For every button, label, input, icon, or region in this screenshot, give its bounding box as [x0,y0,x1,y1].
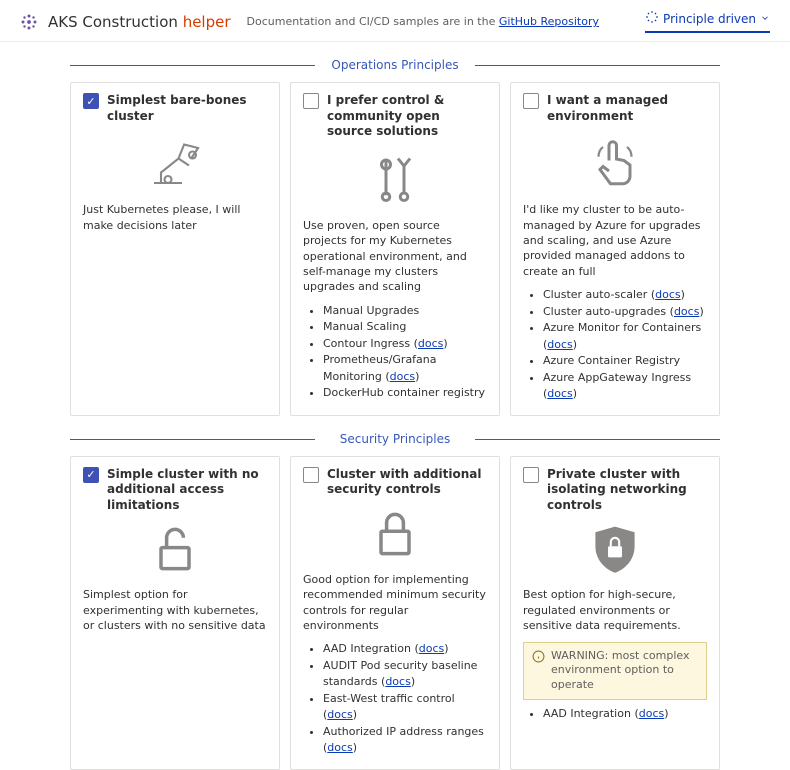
card-label: I want a managed environment [547,93,707,124]
bullet-item: Prometheus/Grafana Monitoring (docs) [323,352,487,385]
logo-icon [20,13,38,31]
docs-link[interactable]: docs [655,288,681,301]
bullet-item: Cluster auto-scaler (docs) [543,287,707,304]
card-desc: Use proven, open source projects for my … [303,218,487,295]
app-title: AKS Construction helper [48,13,231,31]
info-icon [532,650,545,668]
docs-link[interactable]: docs [547,338,573,351]
bullet-item: Azure Container Registry [543,353,707,370]
sec-cards: ✓ Simple cluster with no additional acce… [0,456,790,770]
card-label: Simple cluster with no additional access… [107,467,267,514]
card-desc: Good option for implementing recommended… [303,572,487,634]
robot-arm-icon [83,132,267,192]
checkbox[interactable] [523,93,539,109]
bullets: Manual Upgrades Manual Scaling Contour I… [303,303,487,402]
bullets: Cluster auto-scaler (docs)Cluster auto-u… [523,287,707,403]
card-desc: Just Kubernetes please, I will make deci… [83,202,267,233]
header: AKS Construction helper Documentation an… [0,0,790,42]
warning-banner: WARNING: most complex environment option… [523,642,707,701]
bullet-item: Manual Upgrades [323,303,487,320]
bullet-item: Azure Monitor for Containers (docs) [543,320,707,353]
checkbox[interactable] [523,467,539,483]
bullet-item: AAD Integration (docs) [323,641,487,658]
card-desc: I'd like my cluster to be auto-managed b… [523,202,707,279]
subtitle: Documentation and CI/CD samples are in t… [247,15,599,28]
bullet-item: East-West traffic control (docs) [323,691,487,724]
shield-lock-icon [523,521,707,577]
bullets: AAD Integration (docs)AUDIT Pod security… [303,641,487,757]
unlock-icon [83,521,267,577]
docs-link[interactable]: docs [327,708,353,721]
docs-link[interactable]: docs [639,707,665,720]
docs-link[interactable]: docs [418,337,444,350]
docs-link[interactable]: docs [385,675,411,688]
repo-link[interactable]: GitHub Repository [499,15,599,28]
bullet-item: AAD Integration (docs) [543,706,707,723]
card-desc: Simplest option for experimenting with k… [83,587,267,633]
tools-icon [303,148,487,208]
card-sec-controls[interactable]: Cluster with additional security control… [290,456,500,770]
checkbox[interactable]: ✓ [83,93,99,109]
pivot-principle-driven[interactable]: Principle driven [645,10,770,33]
touch-icon [523,132,707,192]
docs-link[interactable]: docs [390,370,416,383]
bullet-item: AUDIT Pod security baseline standards (d… [323,658,487,691]
section-ops-title: Operations Principles [70,58,720,72]
card-label: Cluster with additional security control… [327,467,487,498]
card-label: I prefer control & community open source… [327,93,487,140]
docs-link[interactable]: docs [547,387,573,400]
lock-icon [303,506,487,562]
card-label: Simplest bare-bones cluster [107,93,267,124]
bullet-item: Contour Ingress (docs) [323,336,487,353]
bullet-item: Manual Scaling [323,319,487,336]
checkbox[interactable]: ✓ [83,467,99,483]
compass-icon [645,10,659,27]
card-sec-private[interactable]: Private cluster with isolating networkin… [510,456,720,770]
bullet-item: DockerHub container registry [323,385,487,402]
chevron-down-icon [760,12,770,26]
card-ops-oss[interactable]: I prefer control & community open source… [290,82,500,416]
ops-cards: ✓ Simplest bare-bones cluster Just Kuber… [0,82,790,416]
card-label: Private cluster with isolating networkin… [547,467,707,514]
checkbox[interactable] [303,467,319,483]
card-ops-simplest[interactable]: ✓ Simplest bare-bones cluster Just Kuber… [70,82,280,416]
card-sec-simple[interactable]: ✓ Simple cluster with no additional acce… [70,456,280,770]
bullet-item: Cluster auto-upgrades (docs) [543,304,707,321]
checkbox[interactable] [303,93,319,109]
card-ops-managed[interactable]: I want a managed environment I'd like my… [510,82,720,416]
card-desc: Best option for high-secure, regulated e… [523,587,707,633]
bullet-item: Authorized IP address ranges (docs) [323,724,487,757]
docs-link[interactable]: docs [674,305,700,318]
bullet-item: Azure AppGateway Ingress (docs) [543,370,707,403]
section-sec-title: Security Principles [70,432,720,446]
bullets: AAD Integration (docs) [523,706,707,723]
docs-link[interactable]: docs [327,741,353,754]
docs-link[interactable]: docs [419,642,445,655]
